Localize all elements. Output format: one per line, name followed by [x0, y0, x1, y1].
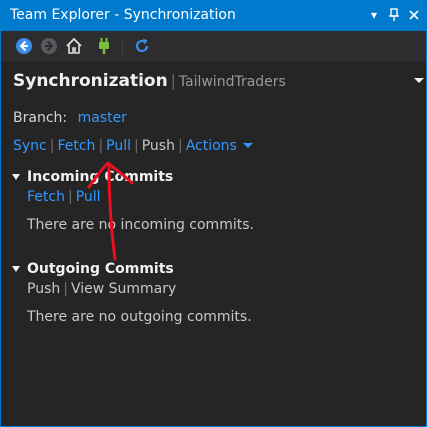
header-menu-icon[interactable]: [414, 78, 424, 83]
branch-label: Branch:: [13, 110, 68, 126]
view-summary-link[interactable]: View Summary: [71, 281, 176, 297]
link-separator: |: [67, 189, 73, 205]
link-separator: |: [177, 138, 183, 154]
link-separator: |: [134, 138, 139, 154]
action-links: Sync | Fetch | Pull | Push | Actions: [13, 138, 253, 154]
fetch-link[interactable]: Fetch: [57, 138, 95, 154]
annotation-arrow: [87, 161, 134, 261]
incoming-links: Fetch | Pull: [27, 189, 101, 205]
collapse-outgoing-icon[interactable]: [12, 266, 20, 272]
toolbar-separator: [122, 39, 123, 55]
incoming-section-header[interactable]: Incoming Commits: [27, 169, 173, 185]
link-separator: |: [98, 138, 104, 154]
page-title: Synchronization: [13, 71, 168, 91]
team-explorer-window: Team Explorer - Synchronization ▾ Synchr…: [0, 0, 427, 427]
incoming-fetch-link[interactable]: Fetch: [27, 189, 65, 205]
toolbar: [1, 31, 426, 61]
actions-menu[interactable]: Actions: [186, 138, 253, 154]
pin-icon[interactable]: [387, 7, 401, 23]
close-icon[interactable]: [407, 7, 421, 23]
chevron-down-icon: [242, 143, 253, 148]
forward-icon[interactable]: [39, 36, 59, 56]
push-link-disabled[interactable]: Push: [142, 138, 175, 154]
incoming-title: Incoming Commits: [27, 169, 174, 185]
incoming-pull-link[interactable]: Pull: [76, 189, 101, 205]
refresh-icon[interactable]: [132, 36, 152, 56]
link-separator: |: [63, 281, 68, 297]
dropdown-icon[interactable]: ▾: [367, 7, 381, 23]
outgoing-empty-message: There are no outgoing commits.: [27, 309, 252, 325]
link-separator: |: [49, 138, 55, 154]
collapse-incoming-icon[interactable]: [12, 174, 20, 180]
branch-link[interactable]: master: [78, 110, 127, 126]
incoming-empty-message: There are no incoming commits.: [27, 217, 254, 233]
page-header: Synchronization | TailwindTraders: [13, 71, 286, 91]
repository-name: TailwindTraders: [178, 74, 286, 90]
pull-link[interactable]: Pull: [106, 138, 131, 154]
title-bar: Team Explorer - Synchronization ▾: [1, 1, 426, 31]
actions-label: Actions: [185, 138, 237, 154]
connect-icon[interactable]: [94, 36, 114, 56]
outgoing-links: Push | View Summary: [27, 281, 176, 297]
branch-row: Branch: master: [13, 110, 127, 126]
outgoing-title: Outgoing Commits: [27, 261, 174, 277]
header-separator: |: [170, 72, 176, 90]
window-title: Team Explorer - Synchronization: [10, 7, 236, 23]
outgoing-section-header[interactable]: Outgoing Commits: [27, 261, 174, 277]
sync-link[interactable]: Sync: [13, 138, 47, 154]
back-icon[interactable]: [14, 36, 34, 56]
outgoing-push-link[interactable]: Push: [27, 281, 60, 297]
home-icon[interactable]: [64, 36, 84, 56]
